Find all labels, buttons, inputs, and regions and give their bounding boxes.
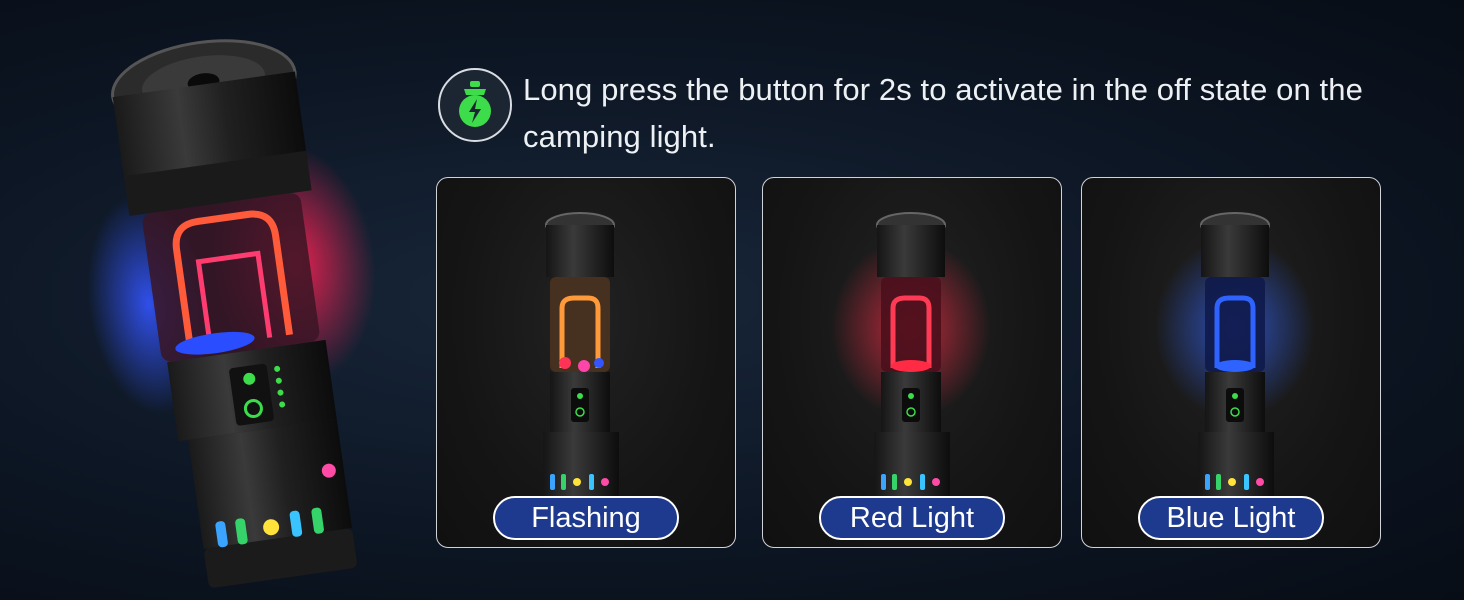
mode-card-red-light: Red Light xyxy=(762,177,1062,548)
blue-lamp-image xyxy=(1155,212,1315,502)
mode-label-blue-light: Blue Light xyxy=(1138,496,1324,540)
mode-card-blue-light: Blue Light xyxy=(1081,177,1381,548)
mode-label-flashing: Flashing xyxy=(493,496,679,540)
instruction-block: Long press the button for 2s to activate… xyxy=(438,66,1398,166)
lightbulb-lightning-icon xyxy=(438,68,512,142)
mode-label-red-light: Red Light xyxy=(819,496,1005,540)
mode-card-flashing: Flashing xyxy=(436,177,736,548)
instruction-text: Long press the button for 2s to activate… xyxy=(523,72,1363,154)
product-banner: Long press the button for 2s to activate… xyxy=(0,0,1464,600)
flashing-lamp-image xyxy=(543,212,619,502)
red-lamp-image xyxy=(831,212,991,502)
hero-flashlight-image xyxy=(60,20,440,590)
